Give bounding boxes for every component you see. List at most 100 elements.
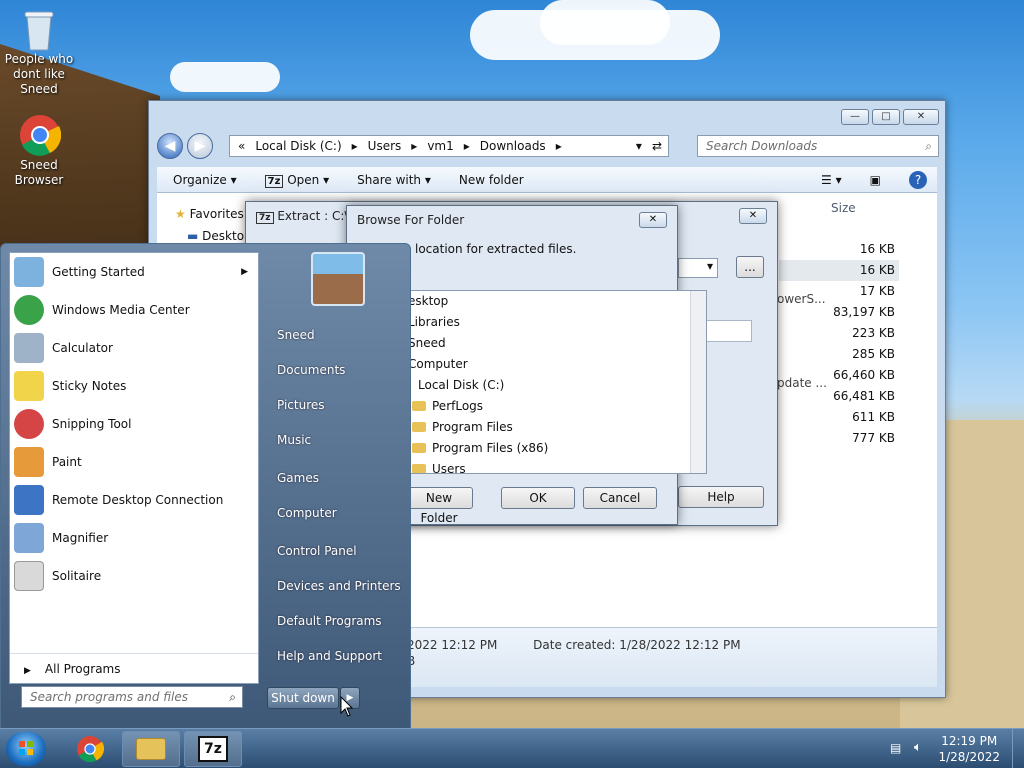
close-icon[interactable]: ✕: [903, 109, 939, 125]
program-windows-media-center[interactable]: Windows Media Center: [10, 291, 258, 329]
start-orb-button[interactable]: [6, 732, 46, 766]
breadcrumb-users[interactable]: Users: [368, 139, 402, 153]
explorer-toolbar: Organize ▾ 7z Open ▾ Share with ▾ New fo…: [157, 167, 937, 193]
desktop-icon-sneed-browser[interactable]: Sneed Browser: [4, 114, 74, 188]
tree-item-desktop[interactable]: esktop: [406, 291, 706, 312]
desktop-icon: ▬: [187, 229, 199, 243]
tree-item-computer[interactable]: Computer: [406, 354, 706, 375]
solitaire-icon: [14, 561, 44, 591]
tree-scrollbar[interactable]: [690, 291, 706, 473]
new-folder-button[interactable]: New Folder: [405, 487, 473, 525]
breadcrumb-local-disk[interactable]: Local Disk (C:): [255, 139, 341, 153]
close-icon[interactable]: ✕: [739, 208, 767, 224]
organize-button[interactable]: Organize ▾: [173, 173, 237, 187]
breadcrumb-overflow[interactable]: «: [238, 139, 245, 153]
breadcrumb-vm1[interactable]: vm1: [427, 139, 453, 153]
breadcrumb-sep-icon[interactable]: ▸: [556, 139, 562, 153]
browse-path-button[interactable]: ...: [736, 256, 764, 278]
address-dropdown-icon[interactable]: ▾: [636, 139, 642, 153]
start-item-music[interactable]: Music: [277, 433, 311, 447]
program-calculator[interactable]: Calculator: [10, 329, 258, 367]
breadcrumb-sep-icon[interactable]: ▸: [411, 139, 417, 153]
cancel-button[interactable]: Cancel: [583, 487, 657, 509]
forward-button[interactable]: ▶: [187, 133, 213, 159]
shut-down-button[interactable]: Shut down: [267, 687, 339, 709]
breadcrumb-sep-icon[interactable]: ▸: [464, 139, 470, 153]
tree-item-users[interactable]: Users: [406, 459, 706, 473]
search-downloads-input[interactable]: Search Downloads ⌕: [697, 135, 939, 157]
share-with-button[interactable]: Share with ▾: [357, 173, 431, 187]
7zip-icon: 7z: [198, 736, 228, 762]
file-size: 611 KB: [852, 410, 895, 424]
start-item-control-panel[interactable]: Control Panel: [277, 544, 357, 558]
program-remote-desktop[interactable]: Remote Desktop Connection: [10, 481, 258, 519]
address-bar[interactable]: « Local Disk (C:) ▸ Users ▸ vm1 ▸ Downlo…: [229, 135, 669, 157]
tree-item-program-files-x86[interactable]: Program Files (x86): [406, 438, 706, 459]
start-item-computer[interactable]: Computer: [277, 506, 337, 520]
clock-date: 1/28/2022: [938, 750, 1000, 764]
tree-item-program-files[interactable]: Program Files: [406, 417, 706, 438]
browse-dialog-title[interactable]: Browse For Folder: [347, 206, 677, 234]
program-solitaire[interactable]: Solitaire: [10, 557, 258, 595]
help-icon[interactable]: ?: [909, 170, 927, 189]
close-icon[interactable]: ✕: [639, 212, 667, 228]
desktop-icon-recycle-bin[interactable]: People who dont like Sneed: [4, 8, 74, 97]
start-item-default-programs[interactable]: Default Programs: [277, 614, 382, 628]
column-header-size[interactable]: Size: [831, 201, 856, 215]
tree-item-libraries[interactable]: Libraries: [406, 312, 706, 333]
magnifier-icon: [14, 523, 44, 553]
file-size: 16 KB: [779, 260, 899, 281]
maximize-icon[interactable]: □: [872, 109, 900, 125]
refresh-icon[interactable]: ⇄: [652, 139, 668, 153]
file-size: 17 KB: [859, 284, 895, 298]
explorer-titlebar[interactable]: — □ ✕: [149, 101, 945, 131]
start-item-documents[interactable]: Documents: [277, 363, 345, 377]
start-menu: Getting Started ▶ Windows Media Center Ca…: [0, 243, 411, 729]
taskbar-explorer[interactable]: [122, 731, 180, 767]
breadcrumb-downloads[interactable]: Downloads: [480, 139, 546, 153]
file-size: 66,481 KB: [833, 389, 895, 403]
user-avatar: [311, 252, 365, 306]
nav-favorites[interactable]: ★ Favorites: [175, 207, 244, 221]
folder-tree[interactable]: esktop Libraries Sneed Computer Local Di…: [405, 290, 707, 474]
taskbar-chrome[interactable]: [60, 731, 118, 767]
start-item-help-support[interactable]: Help and Support: [277, 649, 382, 663]
network-icon[interactable]: ▤: [890, 741, 901, 755]
minimize-icon[interactable]: —: [841, 109, 869, 125]
view-options-icon[interactable]: ☰ ▾: [821, 173, 842, 187]
volume-icon[interactable]: 🔈︎: [914, 740, 922, 755]
start-search-input[interactable]: Search programs and files ⌕: [21, 686, 243, 708]
cloud: [170, 62, 280, 92]
nav-desktop[interactable]: ▬ Desktop: [187, 229, 252, 243]
help-button[interactable]: Help: [678, 486, 764, 508]
show-desktop-button[interactable]: [1012, 729, 1024, 768]
search-icon[interactable]: ⌕: [925, 136, 932, 156]
breadcrumb-sep-icon[interactable]: ▸: [352, 139, 358, 153]
start-item-devices-printers[interactable]: Devices and Printers: [277, 579, 401, 593]
new-folder-button[interactable]: New folder: [459, 173, 524, 187]
search-icon[interactable]: ⌕: [229, 687, 236, 707]
extract-path-combo[interactable]: ▾: [678, 258, 718, 278]
all-programs[interactable]: ▶ All Programs: [10, 653, 258, 683]
folder-icon: [412, 464, 426, 473]
submenu-arrow-icon[interactable]: ▶: [241, 267, 248, 277]
program-magnifier[interactable]: Magnifier: [10, 519, 258, 557]
taskbar-clock[interactable]: 12:19 PM 1/28/2022: [938, 733, 1000, 765]
start-item-pictures[interactable]: Pictures: [277, 398, 325, 412]
tree-item-perflogs[interactable]: PerfLogs: [406, 396, 706, 417]
program-paint[interactable]: Paint: [10, 443, 258, 481]
start-item-games[interactable]: Games: [277, 471, 319, 485]
taskbar-7zip[interactable]: 7z: [184, 731, 242, 767]
preview-pane-icon[interactable]: ▣: [870, 173, 881, 187]
back-button[interactable]: ◀: [157, 133, 183, 159]
program-getting-started[interactable]: Getting Started ▶: [10, 253, 258, 291]
tree-item-sneed[interactable]: Sneed: [406, 333, 706, 354]
size-fragment: B: [407, 654, 416, 668]
tree-item-local-disk[interactable]: Local Disk (C:): [406, 375, 706, 396]
program-sticky-notes[interactable]: Sticky Notes: [10, 367, 258, 405]
start-item-sneed[interactable]: Sneed: [277, 328, 315, 342]
folder-icon: [136, 738, 166, 760]
ok-button[interactable]: OK: [501, 487, 575, 509]
open-button[interactable]: 7z Open ▾: [264, 173, 329, 188]
program-snipping-tool[interactable]: Snipping Tool: [10, 405, 258, 443]
